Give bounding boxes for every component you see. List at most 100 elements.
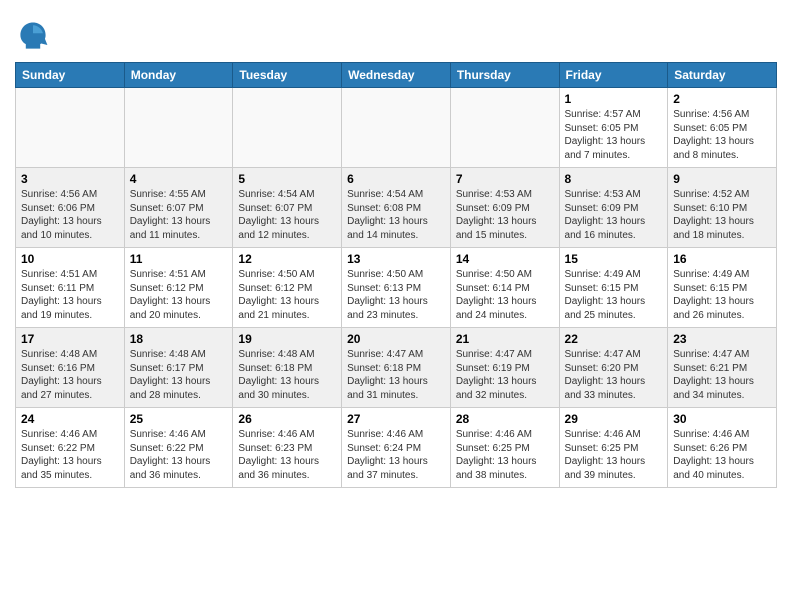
calendar-cell: 8 Sunrise: 4:53 AM Sunset: 6:09 PM Daylig… <box>559 168 668 248</box>
day-number: 7 <box>456 172 554 186</box>
day-number: 17 <box>21 332 119 346</box>
day-number: 8 <box>565 172 663 186</box>
calendar-cell: 24 Sunrise: 4:46 AM Sunset: 6:22 PM Dayli… <box>16 408 125 488</box>
calendar-cell: 14 Sunrise: 4:50 AM Sunset: 6:14 PM Dayli… <box>450 248 559 328</box>
day-info: Sunrise: 4:46 AM Sunset: 6:23 PM Dayligh… <box>238 428 336 482</box>
calendar-cell: 13 Sunrise: 4:50 AM Sunset: 6:13 PM Dayli… <box>342 248 451 328</box>
calendar-cell: 25 Sunrise: 4:46 AM Sunset: 6:22 PM Dayli… <box>124 408 233 488</box>
day-number: 10 <box>21 252 119 266</box>
day-info: Sunrise: 4:46 AM Sunset: 6:22 PM Dayligh… <box>21 428 119 482</box>
calendar-week-4: 17 Sunrise: 4:48 AM Sunset: 6:16 PM Dayli… <box>16 328 777 408</box>
day-info: Sunrise: 4:50 AM Sunset: 6:12 PM Dayligh… <box>238 268 336 322</box>
calendar-week-5: 24 Sunrise: 4:46 AM Sunset: 6:22 PM Dayli… <box>16 408 777 488</box>
calendar-header-friday: Friday <box>559 63 668 88</box>
calendar-week-3: 10 Sunrise: 4:51 AM Sunset: 6:11 PM Dayli… <box>16 248 777 328</box>
calendar-cell <box>16 88 125 168</box>
calendar-cell: 23Sunrise: 4:47 AM Sunset: 6:21 PM Dayli… <box>668 328 777 408</box>
day-info: Sunrise: 4:47 AM Sunset: 6:19 PM Dayligh… <box>456 348 554 402</box>
calendar-cell: 27 Sunrise: 4:46 AM Sunset: 6:24 PM Dayli… <box>342 408 451 488</box>
calendar-cell: 16 Sunrise: 4:49 AM Sunset: 6:15 PM Dayli… <box>668 248 777 328</box>
day-info: Sunrise: 4:49 AM Sunset: 6:15 PM Dayligh… <box>565 268 663 322</box>
calendar-cell: 5 Sunrise: 4:54 AM Sunset: 6:07 PM Daylig… <box>233 168 342 248</box>
calendar-cell <box>342 88 451 168</box>
day-number: 4 <box>130 172 228 186</box>
calendar-cell <box>233 88 342 168</box>
calendar-cell: 18Sunrise: 4:48 AM Sunset: 6:17 PM Dayli… <box>124 328 233 408</box>
day-info: Sunrise: 4:54 AM Sunset: 6:07 PM Dayligh… <box>238 188 336 242</box>
day-info: Sunrise: 4:49 AM Sunset: 6:15 PM Dayligh… <box>673 268 771 322</box>
calendar-cell: 7 Sunrise: 4:53 AM Sunset: 6:09 PM Daylig… <box>450 168 559 248</box>
day-info: Sunrise: 4:56 AM Sunset: 6:05 PM Dayligh… <box>673 108 771 162</box>
day-info: Sunrise: 4:54 AM Sunset: 6:08 PM Dayligh… <box>347 188 445 242</box>
day-info: Sunrise: 4:51 AM Sunset: 6:11 PM Dayligh… <box>21 268 119 322</box>
calendar-cell: 29 Sunrise: 4:46 AM Sunset: 6:25 PM Dayli… <box>559 408 668 488</box>
day-info: Sunrise: 4:55 AM Sunset: 6:07 PM Dayligh… <box>130 188 228 242</box>
day-info: Sunrise: 4:52 AM Sunset: 6:10 PM Dayligh… <box>673 188 771 242</box>
day-info: Sunrise: 4:48 AM Sunset: 6:16 PM Dayligh… <box>21 348 119 402</box>
day-number: 29 <box>565 412 663 426</box>
calendar-header-tuesday: Tuesday <box>233 63 342 88</box>
day-number: 1 <box>565 92 663 106</box>
calendar-cell: 17 Sunrise: 4:48 AM Sunset: 6:16 PM Dayli… <box>16 328 125 408</box>
day-number: 6 <box>347 172 445 186</box>
day-number: 2 <box>673 92 771 106</box>
day-number: 9 <box>673 172 771 186</box>
calendar-header-row: SundayMondayTuesdayWednesdayThursdayFrid… <box>16 63 777 88</box>
day-info: Sunrise: 4:47 AM Sunset: 6:20 PM Dayligh… <box>565 348 663 402</box>
calendar-header-wednesday: Wednesday <box>342 63 451 88</box>
day-info: Sunrise: 4:56 AM Sunset: 6:06 PM Dayligh… <box>21 188 119 242</box>
calendar-cell: 30 Sunrise: 4:46 AM Sunset: 6:26 PM Dayli… <box>668 408 777 488</box>
day-number: 15 <box>565 252 663 266</box>
calendar-header-thursday: Thursday <box>450 63 559 88</box>
day-number: 27 <box>347 412 445 426</box>
day-info: Sunrise: 4:53 AM Sunset: 6:09 PM Dayligh… <box>456 188 554 242</box>
calendar-cell: 2 Sunrise: 4:56 AM Sunset: 6:05 PM Daylig… <box>668 88 777 168</box>
day-info: Sunrise: 4:53 AM Sunset: 6:09 PM Dayligh… <box>565 188 663 242</box>
day-number: 3 <box>21 172 119 186</box>
day-number: 20 <box>347 332 445 346</box>
day-number: 30 <box>673 412 771 426</box>
day-info: Sunrise: 4:47 AM Sunset: 6:18 PM Dayligh… <box>347 348 445 402</box>
day-info: Sunrise: 4:50 AM Sunset: 6:14 PM Dayligh… <box>456 268 554 322</box>
calendar-cell: 12Sunrise: 4:50 AM Sunset: 6:12 PM Dayli… <box>233 248 342 328</box>
day-number: 25 <box>130 412 228 426</box>
calendar-cell: 4 Sunrise: 4:55 AM Sunset: 6:07 PM Daylig… <box>124 168 233 248</box>
calendar-cell <box>124 88 233 168</box>
day-info: Sunrise: 4:46 AM Sunset: 6:25 PM Dayligh… <box>456 428 554 482</box>
calendar-week-1: 1Sunrise: 4:57 AM Sunset: 6:05 PM Daylig… <box>16 88 777 168</box>
day-number: 23 <box>673 332 771 346</box>
calendar-cell: 3 Sunrise: 4:56 AM Sunset: 6:06 PM Daylig… <box>16 168 125 248</box>
day-number: 18 <box>130 332 228 346</box>
day-number: 11 <box>130 252 228 266</box>
day-number: 22 <box>565 332 663 346</box>
day-number: 28 <box>456 412 554 426</box>
day-info: Sunrise: 4:46 AM Sunset: 6:25 PM Dayligh… <box>565 428 663 482</box>
logo-icon <box>15 18 51 54</box>
calendar-cell: 10 Sunrise: 4:51 AM Sunset: 6:11 PM Dayli… <box>16 248 125 328</box>
calendar-cell: 22 Sunrise: 4:47 AM Sunset: 6:20 PM Dayli… <box>559 328 668 408</box>
calendar-header-saturday: Saturday <box>668 63 777 88</box>
day-number: 5 <box>238 172 336 186</box>
day-number: 26 <box>238 412 336 426</box>
calendar-cell: 6 Sunrise: 4:54 AM Sunset: 6:08 PM Daylig… <box>342 168 451 248</box>
day-number: 13 <box>347 252 445 266</box>
calendar-cell <box>450 88 559 168</box>
calendar-cell: 1Sunrise: 4:57 AM Sunset: 6:05 PM Daylig… <box>559 88 668 168</box>
logo <box>15 18 57 54</box>
day-info: Sunrise: 4:46 AM Sunset: 6:26 PM Dayligh… <box>673 428 771 482</box>
day-number: 19 <box>238 332 336 346</box>
day-number: 16 <box>673 252 771 266</box>
calendar-header-monday: Monday <box>124 63 233 88</box>
calendar-cell: 28 Sunrise: 4:46 AM Sunset: 6:25 PM Dayli… <box>450 408 559 488</box>
calendar-cell: 20 Sunrise: 4:47 AM Sunset: 6:18 PM Dayli… <box>342 328 451 408</box>
day-info: Sunrise: 4:46 AM Sunset: 6:24 PM Dayligh… <box>347 428 445 482</box>
day-info: Sunrise: 4:51 AM Sunset: 6:12 PM Dayligh… <box>130 268 228 322</box>
calendar-cell: 9 Sunrise: 4:52 AM Sunset: 6:10 PM Daylig… <box>668 168 777 248</box>
calendar-cell: 19 Sunrise: 4:48 AM Sunset: 6:18 PM Dayli… <box>233 328 342 408</box>
day-info: Sunrise: 4:48 AM Sunset: 6:18 PM Dayligh… <box>238 348 336 402</box>
calendar-cell: 15 Sunrise: 4:49 AM Sunset: 6:15 PM Dayli… <box>559 248 668 328</box>
day-number: 24 <box>21 412 119 426</box>
day-info: Sunrise: 4:46 AM Sunset: 6:22 PM Dayligh… <box>130 428 228 482</box>
day-number: 14 <box>456 252 554 266</box>
day-info: Sunrise: 4:50 AM Sunset: 6:13 PM Dayligh… <box>347 268 445 322</box>
